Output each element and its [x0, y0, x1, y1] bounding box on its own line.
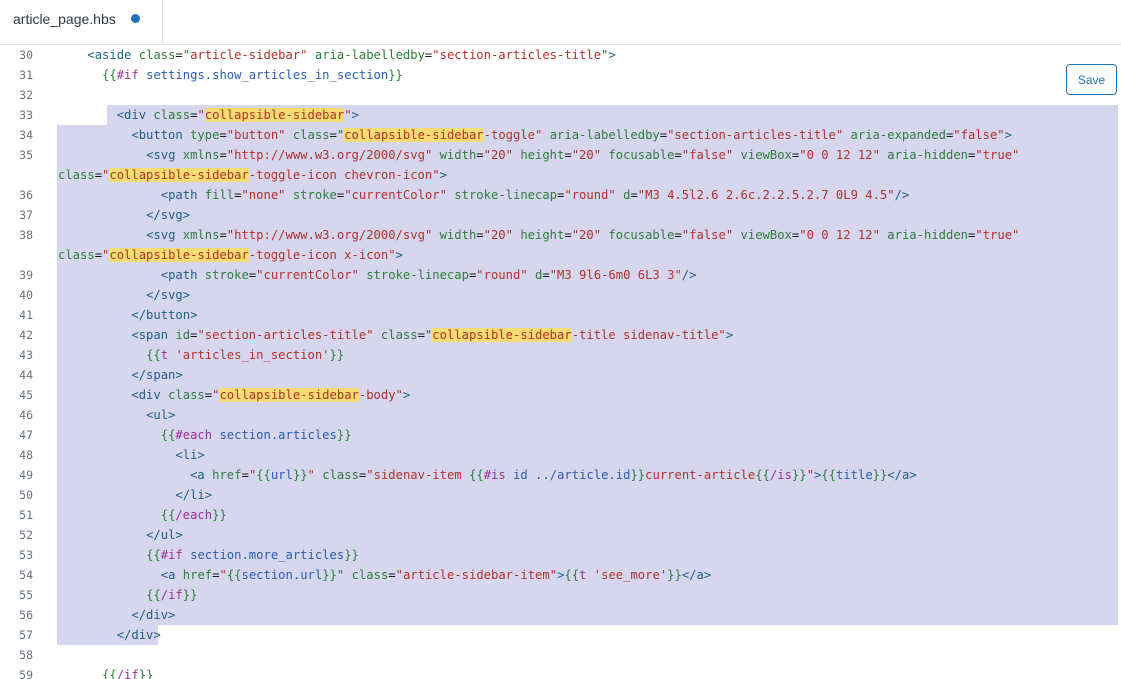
code-line[interactable]: 47 {{#each section.articles}} [0, 425, 1121, 445]
line-number: 34 [19, 128, 33, 142]
tab-bar: article_page.hbs [0, 0, 1121, 45]
code-line[interactable]: 35 <svg xmlns="http://www.w3.org/2000/sv… [0, 145, 1121, 165]
code-text: <a href="{{section.url}}" class="article… [160, 568, 712, 582]
line-number: 59 [19, 668, 33, 679]
code-text: {{/if}} [146, 588, 198, 602]
line-number: 47 [19, 428, 33, 442]
code-text: </svg> [146, 288, 191, 302]
line-number: 50 [19, 488, 33, 502]
code-line[interactable]: 59 {{/if}} [0, 665, 1121, 679]
code-text: <div class="collapsible-sidebar-body"> [131, 388, 411, 402]
line-number: 35 [19, 148, 33, 162]
code-line[interactable]: 30 <aside class="article-sidebar" aria-l… [0, 45, 1121, 65]
line-number: 42 [19, 328, 33, 342]
code-text: <ul> [146, 408, 176, 422]
code-text: <svg xmlns="http://www.w3.org/2000/svg" … [146, 228, 1020, 242]
code-text: class="collapsible-sidebar-toggle-icon x… [58, 248, 403, 262]
code-line[interactable]: 37 </svg> [0, 205, 1121, 225]
line-number: 41 [19, 308, 33, 322]
code-line[interactable]: 43 {{t 'articles_in_section'}} [0, 345, 1121, 365]
code-line[interactable]: class="collapsible-sidebar-toggle-icon c… [0, 165, 1121, 185]
code-text: {{/each}} [160, 508, 227, 522]
code-line[interactable]: 53 {{#if section.more_articles}} [0, 545, 1121, 565]
line-number: 55 [19, 588, 33, 602]
unsaved-indicator-icon [131, 14, 140, 23]
code-line[interactable]: 50 </li> [0, 485, 1121, 505]
code-text: </li> [175, 488, 213, 502]
tab-article-page[interactable]: article_page.hbs [0, 0, 163, 44]
line-number: 45 [19, 388, 33, 402]
code-line[interactable]: 49 <a href="{{url}}" class="sidenav-item… [0, 465, 1121, 485]
code-line[interactable]: 34 <button type="button" class="collapsi… [0, 125, 1121, 145]
code-text: {{#if settings.show_articles_in_section}… [102, 68, 403, 82]
code-line[interactable]: 41 </button> [0, 305, 1121, 325]
line-number: 43 [19, 348, 33, 362]
line-number: 39 [19, 268, 33, 282]
line-number: 31 [19, 68, 33, 82]
code-text: {{#each section.articles}} [160, 428, 352, 442]
code-line[interactable]: class="collapsible-sidebar-toggle-icon x… [0, 245, 1121, 265]
line-number: 40 [19, 288, 33, 302]
save-button[interactable]: Save [1066, 64, 1117, 95]
line-number: 46 [19, 408, 33, 422]
code-line[interactable]: 57 </div> [0, 625, 1121, 645]
code-text: class="collapsible-sidebar-toggle-icon c… [58, 168, 447, 182]
code-line[interactable]: 33 <div class="collapsible-sidebar"> [0, 105, 1121, 125]
line-number: 57 [19, 628, 33, 642]
code-text: <button type="button" class="collapsible… [131, 128, 1012, 142]
code-line[interactable]: 36 <path fill="none" stroke="currentColo… [0, 185, 1121, 205]
code-text: <div class="collapsible-sidebar"> [116, 108, 359, 122]
code-line[interactable]: 45 <div class="collapsible-sidebar-body"… [0, 385, 1121, 405]
code-text: </svg> [146, 208, 191, 222]
line-number: 36 [19, 188, 33, 202]
code-line[interactable]: 48 <li> [0, 445, 1121, 465]
code-line[interactable]: 55 {{/if}} [0, 585, 1121, 605]
code-text: {{#if section.more_articles}} [146, 548, 359, 562]
code-text: <path fill="none" stroke="currentColor" … [160, 188, 910, 202]
code-line[interactable]: 32 [0, 85, 1121, 105]
code-text: <span id="section-articles-title" class=… [131, 328, 734, 342]
code-line[interactable]: 56 </div> [0, 605, 1121, 625]
code-line[interactable]: 38 <svg xmlns="http://www.w3.org/2000/sv… [0, 225, 1121, 245]
code-text: </div> [116, 628, 161, 642]
line-number: 52 [19, 528, 33, 542]
line-number: 51 [19, 508, 33, 522]
tab-filename: article_page.hbs [13, 11, 116, 27]
code-text: {{/if}} [102, 668, 154, 679]
line-number: 53 [19, 548, 33, 562]
code-text: </div> [131, 608, 176, 622]
code-text: <aside class="article-sidebar" aria-labe… [87, 48, 616, 62]
code-line[interactable]: 46 <ul> [0, 405, 1121, 425]
code-line[interactable]: 40 </svg> [0, 285, 1121, 305]
code-text: <a href="{{url}}" class="sidenav-item {{… [190, 468, 917, 482]
line-number: 30 [19, 48, 33, 62]
code-text: </button> [131, 308, 198, 322]
code-editor[interactable]: 30 <aside class="article-sidebar" aria-l… [0, 44, 1121, 679]
code-line[interactable]: 39 <path stroke="currentColor" stroke-li… [0, 265, 1121, 285]
line-number: 33 [19, 108, 33, 122]
code-text: <li> [175, 448, 205, 462]
line-number: 44 [19, 368, 33, 382]
code-line[interactable]: 52 </ul> [0, 525, 1121, 545]
line-number: 54 [19, 568, 33, 582]
code-line[interactable]: 31 {{#if settings.show_articles_in_secti… [0, 65, 1121, 85]
line-number: 48 [19, 448, 33, 462]
code-text: <svg xmlns="http://www.w3.org/2000/svg" … [146, 148, 1020, 162]
code-text: </ul> [146, 528, 183, 542]
code-line[interactable]: 58 [0, 645, 1121, 665]
line-number: 58 [19, 648, 33, 662]
line-number: 37 [19, 208, 33, 222]
line-number: 38 [19, 228, 33, 242]
line-number: 56 [19, 608, 33, 622]
code-text: </span> [131, 368, 183, 382]
code-text: <path stroke="currentColor" stroke-linec… [160, 268, 697, 282]
code-line[interactable]: 54 <a href="{{section.url}}" class="arti… [0, 565, 1121, 585]
code-line[interactable]: 51 {{/each}} [0, 505, 1121, 525]
code-text: {{t 'articles_in_section'}} [146, 348, 345, 362]
line-number: 49 [19, 468, 33, 482]
code-line[interactable]: 42 <span id="section-articles-title" cla… [0, 325, 1121, 345]
line-number: 32 [19, 88, 33, 102]
code-line[interactable]: 44 </span> [0, 365, 1121, 385]
